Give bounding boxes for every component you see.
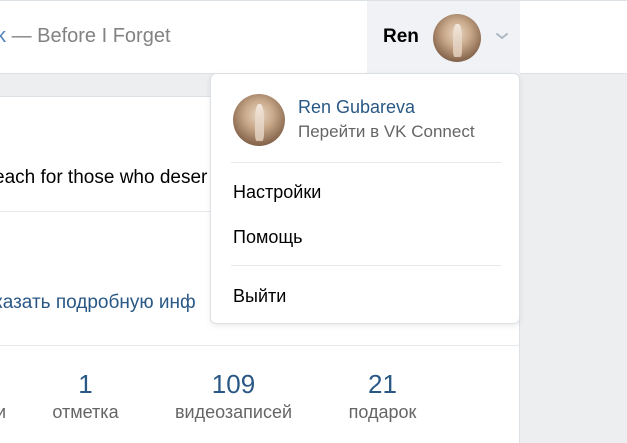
show-details-link[interactable]: казать подробную инф xyxy=(0,292,196,314)
panel-divider xyxy=(0,345,520,346)
menu-item-settings[interactable]: Настройки xyxy=(211,173,519,211)
header-now-playing[interactable]: k — Before I Forget xyxy=(0,25,171,48)
header-status-prefix: k xyxy=(0,25,6,47)
counter-gifts[interactable]: 21 подарок xyxy=(335,368,430,423)
counter-label: подарок xyxy=(348,402,417,422)
top-header: k — Before I Forget Ren xyxy=(0,0,627,74)
vk-connect-link[interactable]: Перейти в VK Connect xyxy=(298,122,475,142)
counter-videos[interactable]: 109 видеозаписей xyxy=(160,368,307,423)
counter-label: видеозаписей xyxy=(174,402,293,422)
counter-tags[interactable]: 1 отметка xyxy=(38,368,133,423)
header-avatar xyxy=(433,14,481,62)
counter-label-partial: и xyxy=(0,402,7,422)
dropdown-user-name-link[interactable]: Ren Gubareva xyxy=(298,97,415,118)
menu-item-logout[interactable]: Выйти xyxy=(211,277,519,315)
profile-status-text: each for those who deser xyxy=(0,167,208,188)
counter-value: 21 xyxy=(368,369,397,399)
dropdown-divider xyxy=(231,162,501,163)
counter-label: отметка xyxy=(52,402,119,422)
counter-value: 1 xyxy=(78,369,93,399)
menu-item-help[interactable]: Помощь xyxy=(211,218,519,256)
dropdown-divider xyxy=(231,265,501,266)
header-status-text: — Before I Forget xyxy=(11,25,171,47)
header-user-menu-button[interactable]: Ren xyxy=(367,1,520,74)
counter-value: 109 xyxy=(211,369,256,399)
chevron-down-icon xyxy=(495,31,509,43)
dropdown-avatar[interactable] xyxy=(233,94,285,146)
header-user-name: Ren xyxy=(383,26,419,47)
user-dropdown-menu: Ren Gubareva Перейти в VK Connect Настро… xyxy=(210,73,520,324)
